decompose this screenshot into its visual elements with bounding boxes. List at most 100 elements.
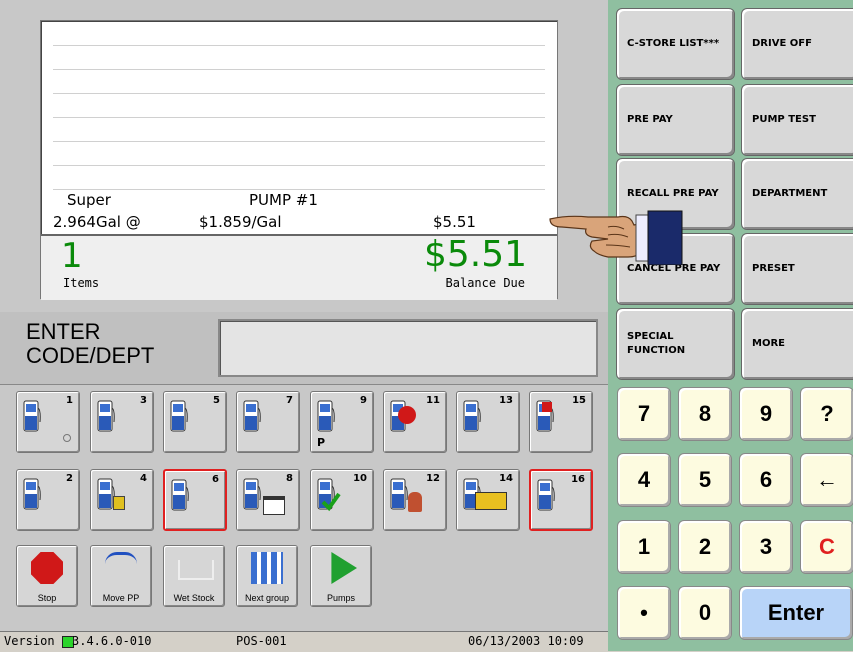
version-prefix: Version bbox=[4, 634, 55, 648]
code-dept-input[interactable] bbox=[218, 319, 598, 377]
items-label: Items bbox=[63, 276, 100, 290]
line-item-amount: $5.51 bbox=[433, 213, 476, 231]
status-bar: Version 3.4.6.0-010 POS-001 06/13/2003 1… bbox=[0, 631, 608, 652]
stop-status-icon bbox=[398, 406, 416, 424]
function-label: Wet Stock bbox=[173, 593, 215, 603]
lock-icon bbox=[113, 496, 125, 510]
backspace-key[interactable]: ← bbox=[800, 453, 853, 507]
pump-button-3[interactable]: 3 bbox=[90, 391, 154, 453]
pump-button-13[interactable]: 13 bbox=[456, 391, 520, 453]
digit-key-0[interactable]: 0 bbox=[678, 586, 732, 640]
prepay-indicator: P bbox=[317, 436, 326, 449]
attendant-icon bbox=[408, 492, 422, 512]
digit-key-2[interactable]: 2 bbox=[678, 520, 732, 574]
pumps-icon bbox=[331, 552, 357, 584]
pump-button-10[interactable]: 10 bbox=[310, 469, 374, 531]
button-label: DEPARTMENT bbox=[752, 188, 828, 199]
pump-button-8[interactable]: 8 bbox=[236, 469, 300, 531]
digit-key-4[interactable]: 4 bbox=[617, 453, 671, 507]
preset-button[interactable]: PRESET bbox=[741, 233, 853, 305]
digit-key-5[interactable]: 5 bbox=[678, 453, 732, 507]
drive-off-button[interactable]: DRIVE OFF bbox=[741, 8, 853, 80]
decimal-key[interactable]: • bbox=[617, 586, 671, 640]
gas-pump-icon bbox=[170, 400, 188, 432]
help-key[interactable]: ? bbox=[800, 387, 853, 441]
line-item-description: Super bbox=[67, 191, 111, 209]
gas-pump-icon bbox=[390, 478, 408, 510]
department-button[interactable]: DEPARTMENT bbox=[741, 158, 853, 230]
move-prepay-icon bbox=[105, 552, 137, 575]
pump-number: 16 bbox=[571, 474, 585, 485]
pump-number: 10 bbox=[353, 473, 367, 484]
digit-key-8[interactable]: 8 bbox=[678, 387, 732, 441]
receipt-panel: Super PUMP #1 2.964Gal @ $1.859/Gal $5.5… bbox=[0, 0, 608, 312]
button-label: PUMP TEST bbox=[752, 114, 816, 125]
function-label: Next group bbox=[244, 593, 290, 603]
pump-button-2[interactable]: 2 bbox=[16, 469, 80, 531]
truck-icon bbox=[475, 492, 507, 510]
error-status-icon bbox=[542, 402, 552, 412]
gas-pump-icon bbox=[243, 478, 261, 510]
enter-key[interactable]: Enter bbox=[739, 586, 853, 640]
line-item-unit-price: $1.859/Gal bbox=[199, 213, 282, 231]
gas-pump-icon bbox=[537, 479, 555, 511]
special-function-button[interactable]: SPECIAL FUNCTION bbox=[616, 308, 735, 380]
pump-number: 4 bbox=[140, 473, 147, 484]
pump-button-1[interactable]: 1 bbox=[16, 391, 80, 453]
next-group-button[interactable]: Next group bbox=[236, 545, 298, 607]
gas-pump-icon bbox=[463, 400, 481, 432]
pump-button-5[interactable]: 5 bbox=[163, 391, 227, 453]
pump-button-14[interactable]: 14 bbox=[456, 469, 520, 531]
digit-key-6[interactable]: 6 bbox=[739, 453, 793, 507]
c-store-list-button[interactable]: C-STORE LIST*** bbox=[616, 8, 735, 80]
gas-pump-icon bbox=[243, 400, 261, 432]
pump-number: 3 bbox=[140, 395, 147, 406]
entry-label-line2: CODE/DEPT bbox=[26, 343, 155, 368]
entry-label-line1: ENTER bbox=[26, 319, 101, 344]
gas-pump-icon bbox=[97, 400, 115, 432]
pump-button-12[interactable]: 12 bbox=[383, 469, 447, 531]
pump-button-7[interactable]: 7 bbox=[236, 391, 300, 453]
totals-bar: 1 Items $5.51 Balance Due bbox=[41, 234, 557, 300]
pump-button-15[interactable]: 15 bbox=[529, 391, 593, 453]
pump-number: 15 bbox=[572, 395, 586, 406]
wet-stock-button[interactable]: Wet Stock bbox=[163, 545, 225, 607]
button-label: C-STORE LIST*** bbox=[627, 38, 720, 49]
receipt-display: Super PUMP #1 2.964Gal @ $1.859/Gal $5.5… bbox=[40, 20, 558, 300]
digit-key-3[interactable]: 3 bbox=[739, 520, 793, 574]
pump-test-button[interactable]: PUMP TEST bbox=[741, 84, 853, 156]
digit-key-7[interactable]: 7 bbox=[617, 387, 671, 441]
pump-number: 13 bbox=[499, 395, 513, 406]
balance-due-label: Balance Due bbox=[445, 276, 525, 290]
entry-label: ENTER CODE/DEPT bbox=[26, 320, 154, 368]
pump-button-16[interactable]: 16 bbox=[529, 469, 593, 531]
stop-button[interactable]: Stop bbox=[16, 545, 78, 607]
pump-button-4[interactable]: 4 bbox=[90, 469, 154, 531]
button-label: DRIVE OFF bbox=[752, 38, 812, 49]
wet-stock-icon bbox=[178, 560, 214, 580]
version-number: 3.4.6.0-010 bbox=[72, 634, 152, 648]
more-button[interactable]: MORE bbox=[741, 308, 853, 380]
pump-button-9[interactable]: 9P bbox=[310, 391, 374, 453]
function-label: Move PP bbox=[102, 593, 140, 603]
digit-key-9[interactable]: 9 bbox=[739, 387, 793, 441]
button-label: SPECIAL FUNCTION bbox=[627, 331, 686, 356]
pump-button-6[interactable]: 6 bbox=[163, 469, 227, 531]
pump-button-11[interactable]: 11 bbox=[383, 391, 447, 453]
pumps-button[interactable]: Pumps bbox=[310, 545, 372, 607]
function-label: Pumps bbox=[326, 593, 355, 603]
digit-key-1[interactable]: 1 bbox=[617, 520, 671, 574]
move-pp-button[interactable]: Move PP bbox=[90, 545, 152, 607]
line-item-pump: PUMP #1 bbox=[249, 191, 318, 209]
pre-pay-button[interactable]: PRE PAY bbox=[616, 84, 735, 156]
button-label: PRE PAY bbox=[627, 114, 673, 125]
stop-sign-icon bbox=[31, 552, 63, 584]
entry-row: ENTER CODE/DEPT bbox=[0, 312, 608, 384]
clear-key[interactable]: C bbox=[800, 520, 853, 574]
next-group-icon bbox=[251, 552, 283, 584]
pump-number: 8 bbox=[286, 473, 293, 484]
gas-pump-icon bbox=[23, 478, 41, 510]
pointing-hand-icon bbox=[549, 210, 683, 265]
pump-number: 1 bbox=[66, 395, 73, 406]
pump-number: 5 bbox=[213, 395, 220, 406]
